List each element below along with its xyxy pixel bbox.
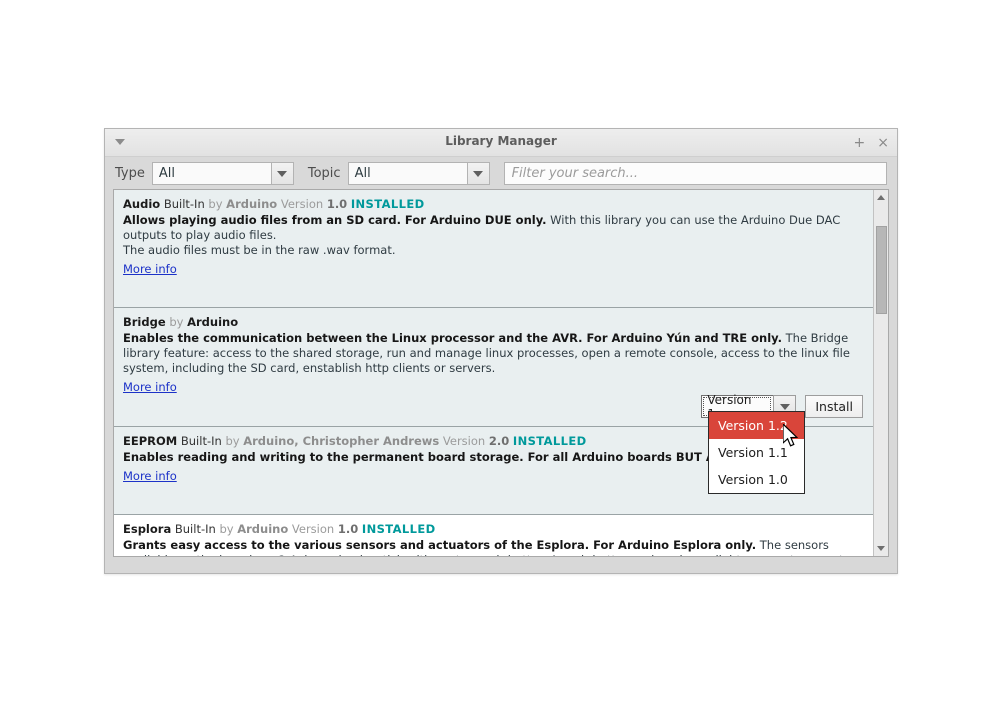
more-info-link[interactable]: More info [123, 469, 177, 483]
library-manager-window: Library Manager + × Type All Topic All F… [104, 128, 898, 574]
filter-bar: Type All Topic All Filter your search... [105, 157, 897, 190]
version-label: Version [292, 522, 334, 536]
description-bold: Enables reading and writing to the perma… [123, 450, 792, 464]
mouse-cursor [783, 424, 800, 453]
status-badge: INSTALLED [362, 522, 436, 536]
library-version: 1.0 [327, 197, 347, 211]
library-author: Arduino [226, 197, 277, 211]
scroll-up-icon[interactable] [874, 190, 888, 205]
library-builtin: Built-In [164, 197, 205, 211]
topic-label: Topic [308, 166, 341, 181]
by-label: by [219, 522, 233, 536]
library-version: 1.0 [338, 522, 358, 536]
library-header: Esplora Built-In by Arduino Version 1.0 … [123, 522, 864, 536]
description-bold: Grants easy access to the various sensor… [123, 538, 756, 552]
library-header: Bridge by Arduino [123, 315, 864, 329]
by-label: by [208, 197, 222, 211]
list-item[interactable]: Bridge by Arduino Enables the communicat… [114, 308, 873, 427]
install-button[interactable]: Install [805, 395, 863, 418]
version-label: Version [281, 197, 323, 211]
chevron-down-icon [780, 404, 790, 410]
library-description: Allows playing audio files from an SD ca… [123, 213, 864, 243]
library-version: 2.0 [489, 434, 509, 448]
library-description: Enables the communication between the Li… [123, 331, 864, 376]
topic-select[interactable]: All [348, 162, 490, 185]
scroll-down-icon[interactable] [874, 541, 888, 556]
library-list: Audio Built-In by Arduino Version 1.0 IN… [113, 189, 889, 557]
dropdown-option-2[interactable]: Version 1.0 [709, 466, 804, 493]
chevron-down-icon [473, 171, 483, 177]
library-header: Audio Built-In by Arduino Version 1.0 IN… [123, 197, 864, 211]
topic-select-arrow[interactable] [467, 162, 490, 185]
library-description-line2: The audio files must be in the raw .wav … [123, 243, 864, 258]
library-author: Arduino [187, 315, 238, 329]
list-item[interactable]: Esplora Built-In by Arduino Version 1.0 … [114, 515, 873, 556]
type-select-arrow[interactable] [271, 162, 294, 185]
more-info-link[interactable]: More info [123, 262, 177, 276]
search-input[interactable]: Filter your search... [504, 162, 887, 185]
version-label: Version [443, 434, 485, 448]
library-builtin: Built-In [181, 434, 222, 448]
library-author: Arduino, Christopher Andrews [243, 434, 439, 448]
list-item[interactable]: Audio Built-In by Arduino Version 1.0 IN… [114, 190, 873, 308]
status-badge: INSTALLED [351, 197, 425, 211]
library-name: Bridge [123, 315, 166, 329]
scrollbar-thumb[interactable] [876, 226, 887, 314]
library-author: Arduino [237, 522, 288, 536]
triangle-down-icon [877, 546, 885, 551]
more-info-link[interactable]: More info [123, 380, 177, 394]
library-name: Audio [123, 197, 160, 211]
topic-select-value: All [348, 162, 467, 185]
window-controls: + × [854, 129, 889, 156]
library-builtin: Built-In [175, 522, 216, 536]
type-select-value: All [152, 162, 271, 185]
status-badge: INSTALLED [513, 434, 587, 448]
type-label: Type [115, 166, 145, 181]
triangle-up-icon [877, 195, 885, 200]
by-label: by [225, 434, 239, 448]
window-titlebar: Library Manager + × [105, 129, 897, 157]
library-list-column: Audio Built-In by Arduino Version 1.0 IN… [114, 190, 873, 556]
description-bold: Enables the communication between the Li… [123, 331, 782, 345]
window-title: Library Manager [105, 134, 897, 148]
library-description: Grants easy access to the various sensor… [123, 538, 864, 556]
type-select[interactable]: All [152, 162, 294, 185]
library-name: Esplora [123, 522, 171, 536]
library-name: EEPROM [123, 434, 177, 448]
maximize-icon[interactable]: + [854, 136, 866, 150]
description-bold: Allows playing audio files from an SD ca… [123, 213, 547, 227]
by-label: by [169, 315, 183, 329]
close-icon[interactable]: × [877, 136, 889, 150]
vertical-scrollbar[interactable] [873, 190, 888, 556]
chevron-down-icon [277, 171, 287, 177]
